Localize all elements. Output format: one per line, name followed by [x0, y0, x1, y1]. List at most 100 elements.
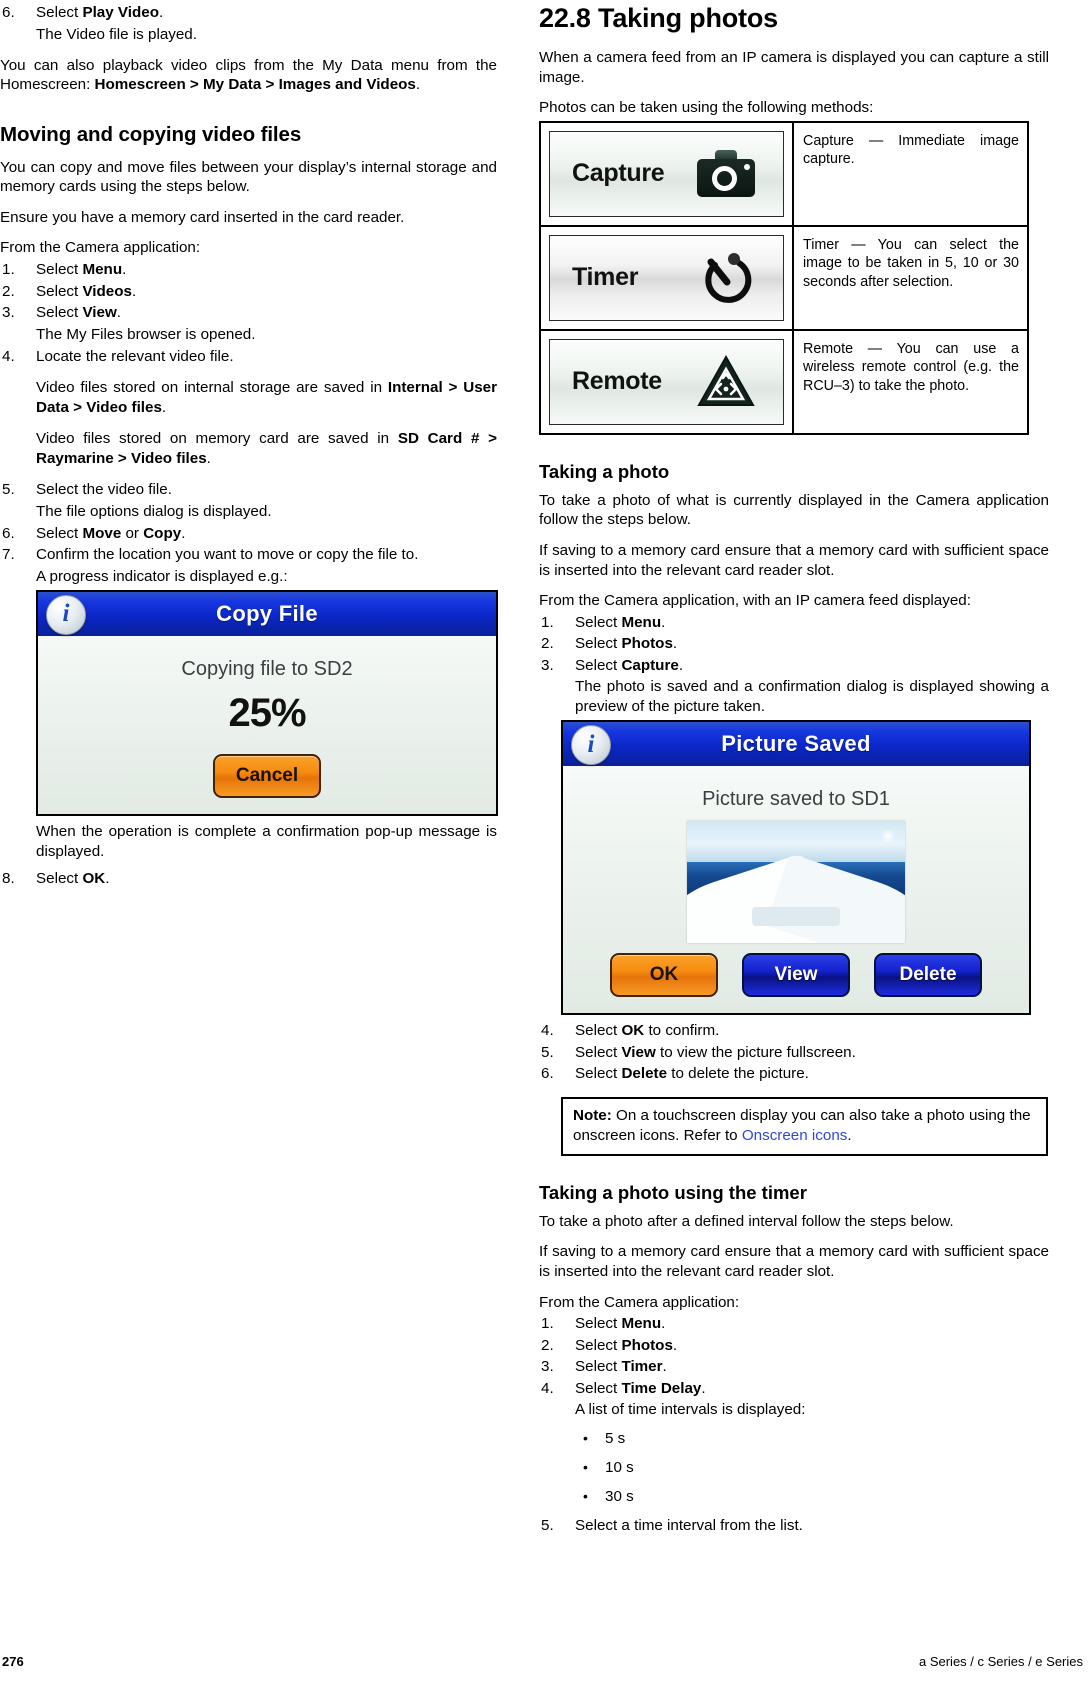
t: Video files stored on memory card are sa… — [36, 430, 398, 448]
step-text: Select a time interval from the list. — [575, 1517, 803, 1535]
step-5-result: The file options dialog is displayed. — [36, 502, 272, 520]
list-item: 5. Select the video file. — [0, 480, 497, 501]
timer-icon-svg — [705, 252, 752, 303]
paragraph-from-camera-feed: From the Camera application, with an IP … — [539, 592, 971, 610]
b: Menu — [621, 1315, 662, 1333]
two-column-layout: 6. Select Play Video. The Video file is … — [0, 0, 1089, 1640]
t2: . — [131, 282, 137, 300]
delete-button[interactable]: Delete — [874, 953, 982, 998]
dialog-message: Picture saved to SD1 — [702, 788, 890, 811]
step-text: Select Delete to delete the picture. — [575, 1065, 809, 1082]
cancel-button[interactable]: Cancel — [213, 753, 321, 798]
note-label: Note: — [573, 1106, 612, 1124]
step-text: Select Play Video. — [36, 4, 163, 21]
left-steps-6-7: 6. Select Move or Copy. 7. Confirm the l… — [0, 524, 497, 566]
step-text-pre: Select — [36, 4, 83, 21]
right-column: 22.8 Taking photos When a camera feed fr… — [539, 0, 1049, 1640]
t: Select — [36, 261, 83, 279]
t2: to view the picture fullscreen. — [655, 1043, 856, 1061]
timer-step-5: 5. Select a time interval from the list. — [539, 1516, 1049, 1537]
chapter-heading: 22.8 Taking photos — [539, 3, 778, 33]
t2: . — [661, 613, 666, 631]
b: OK — [621, 1022, 645, 1040]
info-icon-glyph: i — [62, 600, 70, 628]
step-4-note-internal: Video files stored on internal storage a… — [0, 378, 497, 418]
list-item: 4. Select Time Delay. — [539, 1379, 1049, 1400]
figure-picture-saved-dialog: i Picture Saved Picture saved to SD1 OK … — [561, 720, 1031, 1016]
paragraph-intro: When a camera feed from an IP camera is … — [539, 49, 1049, 86]
step-3-result-right: The photo is saved and a confirmation di… — [575, 678, 1049, 716]
dialog-title: Picture Saved — [721, 731, 871, 757]
t: Select — [36, 304, 83, 322]
timer-button[interactable]: Timer — [549, 234, 784, 321]
list-item: 2. Select Videos. — [0, 282, 497, 303]
t: Video files stored on internal storage a… — [36, 379, 388, 397]
b: Move — [82, 524, 122, 542]
list-item: 30 s — [575, 1486, 1049, 1507]
t: Select — [575, 635, 622, 653]
step-number: 3. — [541, 1358, 554, 1376]
ok-button[interactable]: OK — [610, 953, 718, 998]
heading-taking-a-photo-using-the-timer: Taking a photo using the timer — [539, 1181, 807, 1203]
step-number: 1. — [541, 1315, 554, 1333]
note-text-post: . — [847, 1126, 852, 1144]
step-number: 1. — [2, 261, 15, 279]
dialog-body: Picture saved to SD1 OK View Delete — [563, 766, 1029, 1013]
paragraph-operation-complete: When the operation is complete a confirm… — [36, 822, 497, 860]
remote-icon — [695, 353, 757, 411]
list-item: 8. Select OK. — [0, 869, 497, 890]
capture-button[interactable]: Capture — [549, 130, 784, 217]
timer-steps-1-4: 1. Select Menu. 2. Select Photos. 3. Sel… — [539, 1314, 1049, 1399]
table-row: Remote Remote — You can use a wireless r… — [539, 328, 1029, 435]
camera-icon-lens — [712, 165, 737, 191]
lcd-dialog-picture-saved: i Picture Saved Picture saved to SD1 OK … — [563, 722, 1029, 1014]
camera-icon — [695, 145, 757, 203]
list-item: 1. Select Menu. — [539, 613, 1049, 634]
figure-copy-file-dialog: i Copy File Copying file to SD2 25% Canc… — [36, 589, 498, 816]
list-item: 1. Select Menu. — [539, 1314, 1049, 1335]
heading-taking-a-photo: Taking a photo — [539, 460, 670, 482]
t2: . — [116, 304, 122, 322]
view-button[interactable]: View — [742, 953, 850, 998]
left-step-6-list: 6. Select Play Video. — [0, 3, 497, 24]
paragraph-timer-intro: To take a photo after a defined interval… — [539, 1212, 954, 1230]
step-text-bold: Play Video — [82, 4, 159, 21]
preview-deck — [752, 906, 840, 927]
method-description-timer: Timer — You can select the image to be t… — [792, 224, 1029, 331]
t: Select — [575, 1315, 622, 1333]
step-text: Select Menu. — [36, 261, 126, 278]
remote-button[interactable]: Remote — [549, 338, 784, 425]
timer-icon — [695, 249, 757, 307]
left-step-5: 5. Select the video file. — [0, 480, 497, 501]
camera-icon-flash — [744, 163, 750, 170]
paragraph-playback-bold: Homescreen > My Data > Images and Videos — [94, 76, 416, 94]
list-item: 2. Select Photos. — [539, 634, 1049, 655]
b2: Copy — [143, 524, 182, 542]
b: Menu — [621, 613, 662, 631]
lcd-dialog-copy-file: i Copy File Copying file to SD2 25% Canc… — [38, 591, 496, 814]
dialog-button-row: OK View Delete — [563, 953, 1029, 998]
step-4-result-timer: A list of time intervals is displayed: — [575, 1401, 806, 1419]
step-text: Select OK to confirm. — [575, 1022, 719, 1039]
b: Timer — [621, 1358, 663, 1376]
step-text: Select Menu. — [575, 1315, 665, 1332]
t2: . — [701, 1379, 706, 1397]
b: Time Delay — [621, 1379, 702, 1397]
paragraph-playback: You can also playback video clips from t… — [0, 56, 497, 95]
step-text: Locate the relevant video file. — [36, 347, 234, 365]
t2: . — [122, 261, 127, 279]
paragraph-saving-card: If saving to a memory card ensure that a… — [539, 541, 1049, 579]
method-description-remote: Remote — You can use a wireless remote c… — [792, 328, 1029, 435]
left-column: 6. Select Play Video. The Video file is … — [0, 0, 498, 1640]
step-text: Select View. — [36, 304, 121, 321]
onscreen-icons-link[interactable]: Onscreen icons — [742, 1127, 848, 1144]
list-item: 7. Confirm the location you want to move… — [0, 545, 497, 566]
info-icon-glyph: i — [587, 730, 595, 758]
dialog-body: Copying file to SD2 25% Cancel — [38, 636, 496, 814]
step-number: 4. — [541, 1379, 554, 1397]
t2: . — [206, 450, 211, 468]
list-item: 6. Select Move or Copy. — [0, 524, 497, 545]
right-steps-1-3: 1. Select Menu. 2. Select Photos. 3. Sel… — [539, 613, 1049, 677]
t2: to delete the picture. — [667, 1065, 809, 1083]
t: Select — [36, 282, 83, 300]
